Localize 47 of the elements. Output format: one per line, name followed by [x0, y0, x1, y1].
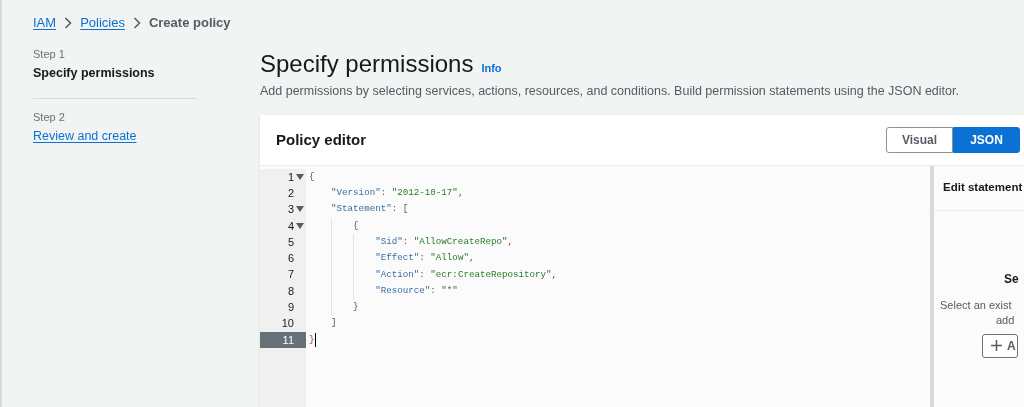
step-link[interactable]: Review and create	[33, 126, 197, 146]
code-line: "Statement": [	[330, 202, 409, 217]
info-link[interactable]: Info	[481, 60, 502, 77]
line-number: 1	[287, 169, 294, 185]
step-number: Step 2	[33, 109, 66, 124]
breadcrumb-link[interactable]: IAM	[33, 13, 57, 33]
code-line: {	[309, 169, 315, 184]
page-description: Add permissions by selecting services, actions, resources, and conditions. Build permission statements using the JSON editor.	[260, 83, 960, 100]
line-number: 7	[287, 267, 294, 283]
fold-arrow-icon[interactable]	[296, 173, 304, 180]
mode-tab[interactable]: Visual	[886, 126, 953, 153]
text-cursor	[314, 332, 316, 347]
plus-icon	[991, 340, 1002, 352]
code-line: }	[309, 332, 315, 347]
empty-state-text: Select an exist add	[939, 297, 1016, 328]
line-number: 8	[287, 283, 294, 299]
code-line: "Action": "ecr:CreateRepository",	[374, 267, 558, 282]
add-button[interactable]: A	[982, 333, 1018, 358]
fold-arrow-icon[interactable]	[296, 206, 304, 213]
fold-arrow-icon[interactable]	[296, 222, 304, 229]
step-title: Specify permissions	[33, 65, 156, 82]
code-line: ]	[330, 316, 337, 331]
code-line: "Effect": "Allow",	[374, 251, 475, 266]
code-line: {	[352, 218, 359, 233]
line-number: 4	[287, 218, 294, 234]
line-number: 9	[287, 300, 294, 316]
card-title: Policy editor	[276, 129, 368, 150]
line-number: 5	[287, 234, 294, 250]
code-editor[interactable]: 1 2 3 4 5 6 7 8 9 10 11 { "Version": "2012-10-17", "Statement": [ { "Sid": "AllowCreateRepo", "Effect": "Allow", "Action": "ecr:CreateRepository", "Resource": "*" } ] }	[260, 165, 930, 407]
code-line: "Resource": "*"	[374, 283, 458, 298]
empty-state-title: Se	[1003, 270, 1020, 288]
panel-title: Edit statement	[943, 180, 1023, 196]
mode-tab[interactable]: JSON	[953, 126, 1020, 153]
breadcrumb-link[interactable]: Policies	[80, 13, 125, 33]
line-number: 11	[282, 332, 294, 348]
breadcrumb-current: Create policy	[148, 14, 231, 33]
chevron-icon	[132, 17, 141, 29]
step-number: Step 1	[33, 47, 66, 61]
line-number: 10	[281, 316, 294, 332]
page-title: Specify permissions	[260, 50, 474, 78]
code-line: "Sid": "AllowCreateRepo",	[374, 234, 513, 249]
chevron-icon	[64, 17, 73, 29]
code-line: }	[352, 300, 359, 315]
line-number: 6	[287, 251, 294, 267]
line-number: 2	[287, 185, 294, 201]
code-line: "Version": "2012-10-17",	[330, 186, 464, 201]
line-number: 3	[287, 202, 294, 218]
